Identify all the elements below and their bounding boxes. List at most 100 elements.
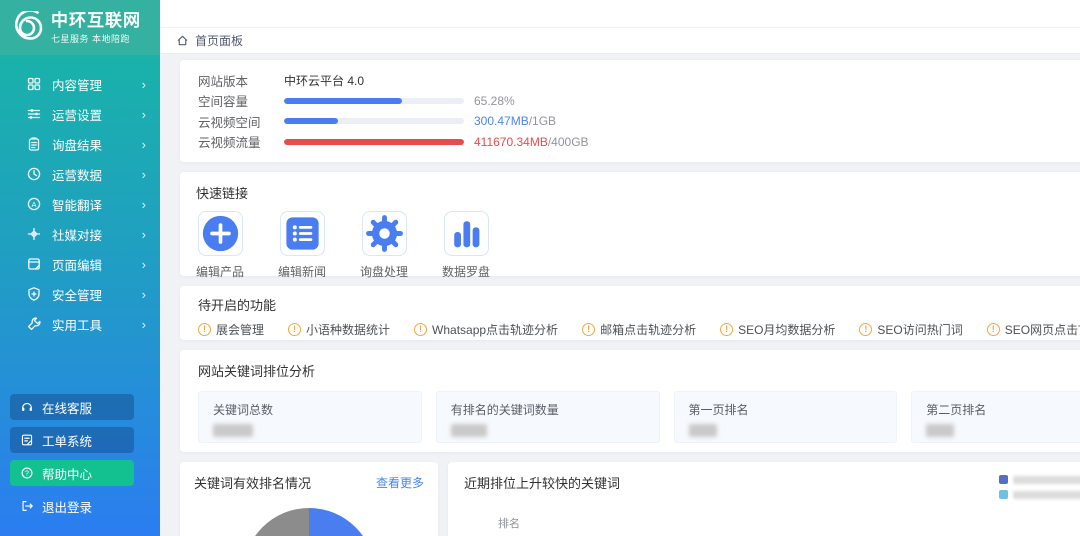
tab-home-panel[interactable]: 首页面板 [195, 32, 243, 49]
sidebar-footer: 在线客服 工单系统 ? 帮助中心 退出登录 [0, 394, 160, 536]
sidebar-item-label: 运营数据 [52, 165, 142, 184]
warning-icon: ! [288, 323, 301, 336]
warning-icon: ! [414, 323, 427, 336]
clipboard-icon [26, 136, 42, 152]
quick-link-label: 编辑新闻 [278, 263, 326, 280]
chevron-right-icon: › [142, 137, 146, 152]
gear-icon [362, 211, 407, 256]
feature-label: Whatsapp点击轨迹分析 [432, 321, 558, 338]
legend-swatch [999, 490, 1008, 499]
feature-label: SEO网页点击Top100 [1005, 321, 1080, 338]
progress-value: 411670.34MB [474, 135, 548, 149]
feature-label: 展会管理 [216, 321, 264, 338]
legend-item[interactable] [999, 490, 1080, 499]
sliders-icon [26, 106, 42, 122]
sidebar-item-page-edit[interactable]: 页面编辑 › [0, 249, 160, 279]
sidebar-item-content[interactable]: 内容管理 › [0, 69, 160, 99]
sidebar-item-ops-data[interactable]: 运营数据 › [0, 159, 160, 189]
breadcrumb: 首页面板 [160, 28, 1080, 54]
sidebar-item-translate[interactable]: A 智能翻译 › [0, 189, 160, 219]
clock-icon [26, 166, 42, 182]
main-column: 账号管理 首页面板 网站版本 中环云平台 4.0 空间容量 6 [160, 0, 1080, 536]
feature-item[interactable]: !展会管理 [198, 321, 264, 338]
version-value: 中环云平台 4.0 [284, 72, 364, 89]
sidebar-item-security[interactable]: 安全管理 › [0, 279, 160, 309]
work-order-button[interactable]: 工单系统 [10, 427, 134, 453]
chevron-right-icon: › [142, 197, 146, 212]
site-info-card: 网站版本 中环云平台 4.0 空间容量 65.28% 云视频空间 300.47M… [180, 60, 1080, 162]
video-space-row: 云视频空间 300.47MB/1GB [198, 112, 1077, 130]
warning-icon: ! [859, 323, 872, 336]
wrench-icon [26, 316, 42, 332]
stat-ranked-keywords: 有排名的关键词数量 [436, 391, 660, 443]
feature-item[interactable]: !邮箱点击轨迹分析 [582, 321, 696, 338]
sidebar-item-label: 安全管理 [52, 285, 142, 304]
chevron-right-icon: › [142, 257, 146, 272]
sidebar-item-label: 运营设置 [52, 105, 142, 124]
feature-item[interactable]: ! SEO访问热门词 [859, 321, 962, 338]
home-icon [176, 34, 189, 47]
feature-item[interactable]: ! Whatsapp点击轨迹分析 [414, 321, 558, 338]
feature-item[interactable]: ! 小语种数据统计 [288, 321, 390, 338]
chart-legend [999, 473, 1080, 499]
online-support-button[interactable]: 在线客服 [10, 394, 134, 420]
sidebar-item-label: 社媒对接 [52, 225, 142, 244]
progress-track [284, 139, 464, 145]
feature-item[interactable]: !SEO月均数据分析 [720, 321, 835, 338]
quick-link-data-compass[interactable]: 数据罗盘 [442, 211, 490, 280]
quick-link-label: 询盘处理 [360, 263, 408, 280]
chevron-right-icon: › [142, 227, 146, 242]
progress-value: 300.47MB [474, 114, 529, 128]
y-axis-label: 排名 [498, 515, 1080, 531]
quick-link-inquiry-handle[interactable]: 询盘处理 [360, 211, 408, 280]
sidebar-item-ops-settings[interactable]: 运营设置 › [0, 99, 160, 129]
feature-label: 邮箱点击轨迹分析 [600, 321, 696, 338]
work-order-icon [20, 433, 34, 447]
feature-item[interactable]: ! SEO网页点击Top100 [987, 321, 1080, 338]
feature-label: SEO月均数据分析 [738, 321, 835, 338]
sidebar-item-label: 页面编辑 [52, 255, 142, 274]
shield-icon [26, 286, 42, 302]
quick-link-label: 编辑产品 [196, 263, 244, 280]
logo[interactable]: 中环互联网 七星服务 本地陪跑 [0, 0, 160, 55]
sidebar-item-label: 内容管理 [52, 75, 142, 94]
logout-icon [20, 499, 34, 513]
warning-icon: ! [987, 323, 1000, 336]
sidebar-item-tools[interactable]: 实用工具 › [0, 309, 160, 339]
svg-text:A: A [31, 200, 36, 209]
sidebar-item-inquiry[interactable]: 询盘结果 › [0, 129, 160, 159]
storage-row: 空间容量 65.28% [198, 92, 1077, 110]
stat-label: 关键词总数 [213, 401, 407, 418]
brand-text: 中环互联网 七星服务 本地陪跑 [51, 11, 141, 45]
stat-value-redacted [926, 424, 954, 437]
legend-item[interactable] [999, 475, 1080, 484]
quick-link-label: 数据罗盘 [442, 263, 490, 280]
ranking-pie-card: 关键词有效排名情况 查看更多 [180, 462, 438, 536]
video-traffic-row: 云视频流量 411670.34MB/400GB [198, 133, 1077, 151]
ranking-more-link[interactable]: 查看更多 [376, 474, 424, 491]
progress-suffix: /400GB [548, 135, 589, 149]
sidebar-item-social[interactable]: 社媒对接 › [0, 219, 160, 249]
list-icon [280, 211, 325, 256]
stat-page2-rank: 第二页排名 [911, 391, 1080, 443]
chevron-right-icon: › [142, 167, 146, 182]
stat-value-redacted [451, 424, 487, 437]
version-label: 网站版本 [198, 71, 284, 90]
stat-label: 第一页排名 [689, 401, 883, 418]
progress-fill [284, 118, 338, 124]
feature-label: 小语种数据统计 [306, 321, 390, 338]
chevron-right-icon: › [142, 107, 146, 122]
chevron-right-icon: › [142, 77, 146, 92]
quick-link-edit-news[interactable]: 编辑新闻 [278, 211, 326, 280]
progress-label: 云视频流量 [198, 132, 284, 151]
quick-link-edit-product[interactable]: 编辑产品 [196, 211, 244, 280]
question-circle-icon: ? [20, 466, 34, 480]
chevron-right-icon: › [142, 317, 146, 332]
progress-label: 空间容量 [198, 91, 284, 110]
help-center-button[interactable]: ? 帮助中心 [10, 460, 134, 486]
share-plus-icon [26, 226, 42, 242]
logout-button[interactable]: 退出登录 [10, 493, 134, 519]
feature-label: SEO访问热门词 [877, 321, 962, 338]
brand-subtitle: 七星服务 本地陪跑 [51, 32, 141, 45]
brand-title: 中环互联网 [51, 11, 141, 30]
